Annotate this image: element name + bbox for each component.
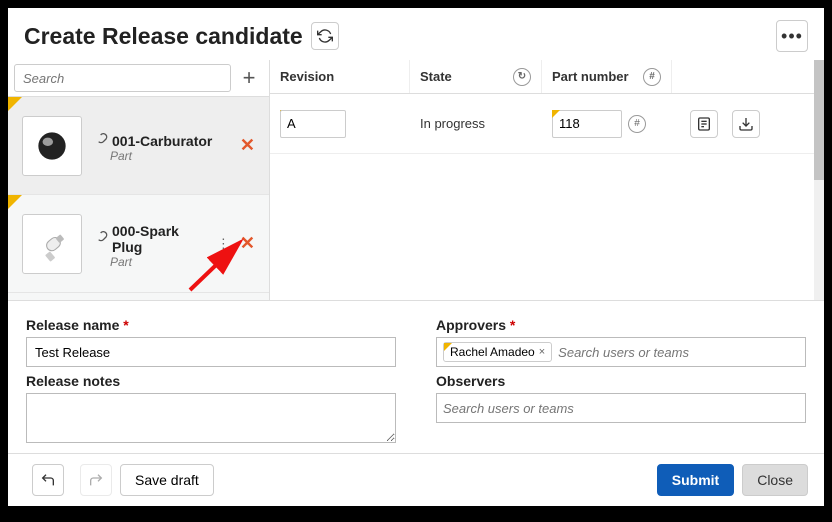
release-name-label: Release name * [26,317,396,333]
page-title: Create Release candidate [24,23,303,50]
part-name: 001-Carburator [112,133,212,149]
remove-part-button[interactable]: ✕ [236,131,259,160]
approvers-label: Approvers * [436,317,806,333]
submit-button[interactable]: Submit [657,464,734,496]
column-partnum: Part number # [542,60,672,93]
drag-handle-icon[interactable]: ⋮ [213,232,234,256]
redo-button[interactable] [80,464,112,496]
observers-input[interactable] [436,393,806,423]
notes-button[interactable] [690,110,718,138]
more-dots-icon: ••• [781,26,803,47]
table-row: In progress # [270,94,824,154]
modified-marker [8,97,22,111]
download-button[interactable] [732,110,760,138]
part-name: 000-Spark Plug [112,223,213,255]
more-menu-button[interactable]: ••• [776,20,808,52]
search-input[interactable] [14,64,231,92]
state-cycle-icon[interactable]: ↻ [513,68,531,86]
release-name-input[interactable] [26,337,396,367]
remove-part-button[interactable]: ✕ [236,229,259,258]
part-link-icon [92,133,108,149]
save-draft-button[interactable]: Save draft [120,464,214,496]
partnum-input[interactable] [552,110,622,138]
part-type: Part [110,149,236,163]
undo-button[interactable] [32,464,64,496]
approvers-input[interactable]: Rachel Amadeo × [436,337,806,367]
part-thumbnail [22,116,82,176]
chip-remove-icon[interactable]: × [539,346,545,358]
release-notes-label: Release notes [26,373,396,389]
revision-input[interactable] [280,110,346,138]
state-value: In progress [410,116,542,131]
add-part-button[interactable]: + [235,64,263,92]
scrollbar-thumb[interactable] [814,60,824,180]
part-item[interactable]: 001-Carburator Part ✕ [8,97,269,195]
part-link-icon [92,231,108,247]
release-notes-input[interactable] [26,393,396,443]
part-type: Part [110,255,213,269]
column-state: State ↻ [410,60,542,93]
approver-chip[interactable]: Rachel Amadeo × [443,342,552,362]
close-button[interactable]: Close [742,464,808,496]
vertical-scrollbar[interactable] [814,60,824,300]
modified-marker [8,195,22,209]
part-item[interactable]: 000-Spark Plug Part ⋮ ✕ [8,195,269,293]
refresh-button[interactable] [311,22,339,50]
column-revision: Revision [270,60,410,93]
partnum-generate-icon[interactable]: # [628,115,646,133]
partnum-hash-icon[interactable]: # [643,68,661,86]
part-thumbnail [22,214,82,274]
observers-label: Observers [436,373,806,389]
